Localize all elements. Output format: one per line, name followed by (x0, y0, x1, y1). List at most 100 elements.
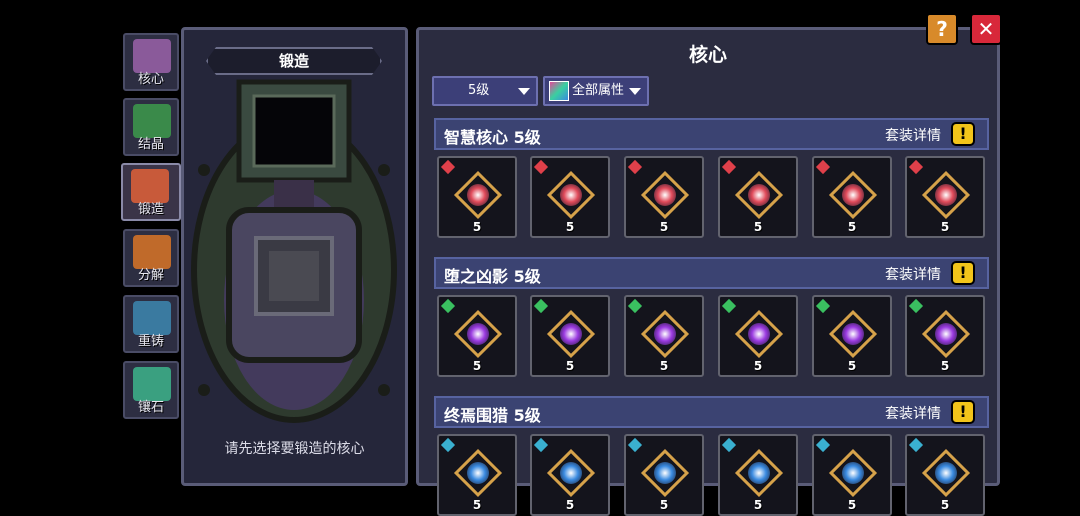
core-gem-icon (748, 184, 770, 206)
core-item-slot[interactable]: 5 (530, 156, 610, 238)
rarity-gem-icon (533, 159, 549, 175)
core-gem-icon (842, 184, 864, 206)
core-gem-icon (842, 462, 864, 484)
set-header: 智慧核心 5级 套装详情! (434, 118, 989, 150)
chevron-down-icon (629, 88, 641, 95)
tab-dismantle[interactable]: 分解 (123, 229, 179, 287)
forge-machine-image (191, 79, 397, 423)
set-details-link[interactable]: 套装详情 (885, 264, 941, 284)
core-level: 5 (847, 498, 857, 512)
rarity-gem-icon (533, 437, 549, 453)
rarity-gem-icon (440, 437, 456, 453)
rarity-gem-icon (721, 437, 737, 453)
panel-title: 核心 (688, 44, 727, 66)
close-button[interactable]: ✕ (970, 13, 1002, 45)
tab-label: 镶石 (137, 400, 164, 415)
core-item-slot[interactable]: 5 (718, 156, 798, 238)
rarity-gem-icon (627, 159, 643, 175)
core-level: 5 (659, 359, 669, 373)
rarity-gem-icon (908, 437, 924, 453)
core-gem-icon (467, 184, 489, 206)
set-header: 终焉围猎 5级 套装详情! (434, 396, 989, 428)
rarity-gem-icon (815, 159, 831, 175)
core-gem-icon (935, 462, 957, 484)
rarity-gem-icon (627, 298, 643, 314)
tab-inlay[interactable]: 镶石 (123, 361, 179, 419)
tab-recast[interactable]: 重铸 (123, 295, 179, 353)
core-item-slot[interactable]: 5 (624, 156, 704, 238)
core-item-slot[interactable]: 5 (905, 434, 985, 516)
set-details-link[interactable]: 套装详情 (885, 403, 941, 423)
core-level: 5 (940, 220, 950, 234)
tab-label: 结晶 (137, 137, 164, 152)
level-filter-dropdown[interactable]: 5级 (432, 76, 538, 106)
core-gem-icon (748, 323, 770, 345)
core-level: 5 (847, 220, 857, 234)
attribute-filter-label: 全部属性 (572, 83, 625, 98)
core-item-slot[interactable]: 5 (624, 295, 704, 377)
attribute-color-icon (549, 81, 569, 101)
tab-crystal[interactable]: 结晶 (123, 98, 179, 156)
set-details-link[interactable]: 套装详情 (885, 125, 941, 145)
rarity-gem-icon (627, 437, 643, 453)
core-gem-icon (654, 184, 676, 206)
rarity-gem-icon (908, 159, 924, 175)
alert-icon[interactable]: ! (951, 122, 975, 146)
core-item-slot[interactable]: 5 (905, 295, 985, 377)
core-item-slot[interactable]: 5 (718, 295, 798, 377)
core-item-slot[interactable]: 5 (812, 156, 892, 238)
core-gem-icon (560, 462, 582, 484)
alert-icon[interactable]: ! (951, 261, 975, 285)
core-gem-icon (467, 462, 489, 484)
rarity-gem-icon (440, 159, 456, 175)
core-level: 5 (940, 498, 950, 512)
chevron-down-icon (518, 88, 530, 95)
tab-label: 分解 (137, 268, 164, 283)
core-level: 5 (940, 359, 950, 373)
core-gem-icon (935, 323, 957, 345)
core-gem-icon (560, 323, 582, 345)
core-item-slot[interactable]: 5 (530, 295, 610, 377)
core-item-slot[interactable]: 5 (437, 156, 517, 238)
core-level: 5 (565, 359, 575, 373)
rarity-gem-icon (721, 159, 737, 175)
core-level: 5 (659, 220, 669, 234)
forge-hint: 请先选择要锻造的核心 (224, 441, 365, 457)
core-item-slot[interactable]: 5 (812, 434, 892, 516)
core-level: 5 (472, 220, 482, 234)
core-gem-icon (467, 323, 489, 345)
tab-label: 核心 (137, 72, 164, 87)
core-level: 5 (847, 359, 857, 373)
core-gem-icon (654, 323, 676, 345)
core-level: 5 (565, 498, 575, 512)
core-gem-icon (748, 462, 770, 484)
set-name: 智慧核心 5级 (444, 128, 541, 147)
set-header: 堕之凶影 5级 套装详情! (434, 257, 989, 289)
rarity-gem-icon (908, 298, 924, 314)
help-button[interactable]: ? (926, 13, 958, 45)
core-item-slot[interactable]: 5 (437, 434, 517, 516)
core-item-slot[interactable]: 5 (437, 295, 517, 377)
rarity-gem-icon (533, 298, 549, 314)
core-level: 5 (472, 498, 482, 512)
core-gem-icon (842, 323, 864, 345)
core-item-slot[interactable]: 5 (905, 156, 985, 238)
core-item-slot[interactable]: 5 (718, 434, 798, 516)
core-item-slot[interactable]: 5 (624, 434, 704, 516)
core-level: 5 (753, 220, 763, 234)
attribute-filter-dropdown[interactable]: 全部属性 (543, 76, 649, 106)
core-gem-icon (560, 184, 582, 206)
rarity-gem-icon (440, 298, 456, 314)
core-gem-icon (654, 462, 676, 484)
alert-icon[interactable]: ! (951, 400, 975, 424)
core-item-slot[interactable]: 5 (812, 295, 892, 377)
tab-core[interactable]: 核心 (123, 33, 179, 91)
forge-panel: 锻造 请先选择要锻造的核心 (181, 27, 408, 486)
core-level: 5 (565, 220, 575, 234)
core-item-slot[interactable]: 5 (530, 434, 610, 516)
set-name: 终焉围猎 5级 (444, 406, 541, 425)
tab-label: 锻造 (137, 202, 164, 217)
tab-anvil[interactable]: 锻造 (121, 163, 181, 221)
level-filter-label: 5级 (468, 83, 490, 98)
core-level: 5 (659, 498, 669, 512)
